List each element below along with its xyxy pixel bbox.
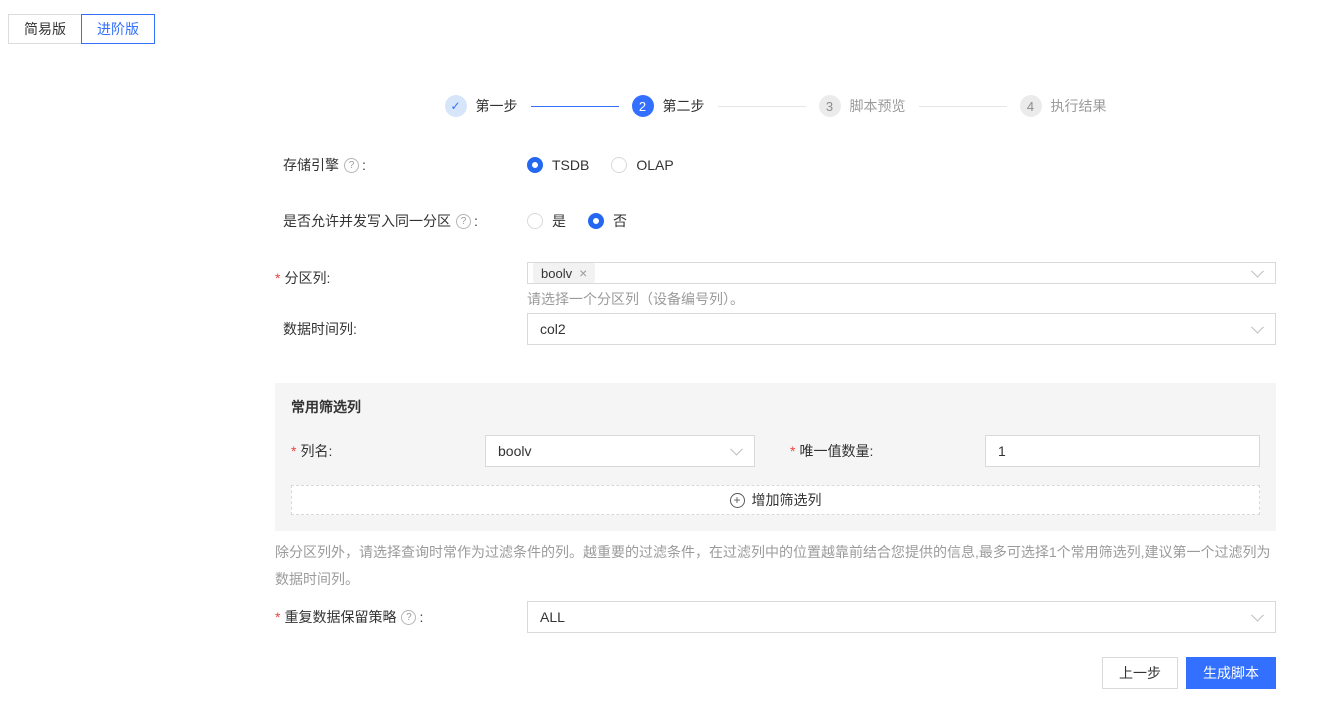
radio-option-olap[interactable]: OLAP <box>611 157 674 173</box>
radio-label-olap: OLAP <box>636 157 674 173</box>
step-3-label: 脚本预览 <box>849 98 906 114</box>
storage-engine-label: 存储引擎 ? : <box>275 155 527 175</box>
filter-panel-title: 常用筛选列 <box>291 399 361 415</box>
column-name-label: * 列名 : <box>291 441 485 461</box>
step-connector-2 <box>717 105 806 107</box>
chevron-down-icon <box>1251 264 1264 278</box>
data-time-column-row: 数据时间列 : col2 <box>275 313 1276 345</box>
wizard-content: ✓ 第一步 2 第二步 3 脚本预览 4 执行结果 存储引擎 ? : TSDB <box>275 95 1276 689</box>
partition-column-label: * 分区列 : <box>275 262 527 294</box>
storage-engine-label-text: 存储引擎 <box>283 157 339 173</box>
dedup-policy-label-text: 重复数据保留策略 <box>284 609 397 625</box>
tag-remove-icon[interactable]: × <box>579 265 587 281</box>
step-2-label: 第二步 <box>662 98 705 114</box>
help-icon[interactable]: ? <box>344 157 359 173</box>
partition-column-hint: 请选择一个分区列（设备编号列）。 <box>527 291 744 307</box>
partition-column-select[interactable]: boolv × <box>527 262 1276 284</box>
storage-engine-row: 存储引擎 ? : TSDB OLAP <box>275 149 1276 181</box>
unique-count-label: * 唯一值数量 : <box>790 441 985 461</box>
required-mark: * <box>275 270 281 286</box>
label-colon: : <box>328 443 333 459</box>
filter-column-row: * 列名 : boolv * 唯一值数量 : <box>291 435 1260 467</box>
plus-circle-icon: + <box>729 492 745 508</box>
label-colon: : <box>326 270 331 286</box>
label-colon: : <box>353 321 357 337</box>
radio-icon-tsdb[interactable] <box>527 157 543 173</box>
required-mark: * <box>291 443 297 459</box>
chevron-down-icon <box>730 442 743 456</box>
concurrent-write-label: 是否允许并发写入同一分区 ? : <box>275 211 527 231</box>
step-1: ✓ 第一步 <box>444 95 518 117</box>
radio-label-yes: 是 <box>552 213 566 229</box>
concurrent-write-label-text: 是否允许并发写入同一分区 <box>283 213 451 229</box>
unique-count-input[interactable] <box>985 435 1260 467</box>
radio-icon-olap[interactable] <box>611 157 628 173</box>
filter-columns-panel: 常用筛选列 * 列名 : boolv * 唯一值数量 : + 增加筛选列 <box>275 383 1276 531</box>
column-name-label-text: 列名 <box>300 443 329 459</box>
step-2-number: 2 <box>631 95 654 117</box>
dedup-policy-row: * 重复数据保留策略 ? : ALL <box>275 601 1276 633</box>
footer-actions: 上一步 生成脚本 <box>275 657 1276 689</box>
tab-advanced-version[interactable]: 进阶版 <box>81 14 155 44</box>
tab-simple-version[interactable]: 简易版 <box>8 14 82 44</box>
column-name-value: boolv <box>498 443 532 459</box>
version-tab-group: 简易版 进阶版 <box>8 14 155 44</box>
required-mark: * <box>790 443 796 459</box>
help-icon[interactable]: ? <box>456 213 471 229</box>
step-3: 3 脚本预览 <box>818 95 906 117</box>
radio-icon-yes[interactable] <box>527 213 543 229</box>
partition-column-row: * 分区列 : boolv × 请选择一个分区列（设备编号列）。 <box>275 262 1276 309</box>
radio-option-tsdb[interactable]: TSDB <box>527 157 589 173</box>
stepper: ✓ 第一步 2 第二步 3 脚本预览 4 执行结果 <box>275 95 1276 117</box>
generate-script-button[interactable]: 生成脚本 <box>1186 657 1276 689</box>
label-colon: : <box>362 157 366 173</box>
radio-label-no: 否 <box>613 213 627 229</box>
label-colon: : <box>869 443 874 459</box>
step-connector-3 <box>918 105 1007 107</box>
dedup-policy-value: ALL <box>540 609 565 625</box>
partition-column-label-text: 分区列 <box>284 270 327 286</box>
label-colon: : <box>474 213 478 229</box>
step-4-label: 执行结果 <box>1050 98 1107 114</box>
previous-step-button[interactable]: 上一步 <box>1102 657 1178 689</box>
dedup-policy-label: * 重复数据保留策略 ? : <box>275 607 527 627</box>
radio-label-tsdb: TSDB <box>552 157 590 173</box>
radio-option-no[interactable]: 否 <box>588 211 627 231</box>
step-1-label: 第一步 <box>475 98 518 114</box>
data-time-column-value: col2 <box>540 321 566 337</box>
chevron-down-icon <box>1251 608 1264 622</box>
step-4: 4 执行结果 <box>1019 95 1107 117</box>
step-4-number: 4 <box>1019 95 1042 117</box>
dedup-policy-select[interactable]: ALL <box>527 601 1276 633</box>
label-colon: : <box>419 609 424 625</box>
unique-count-label-text: 唯一值数量 <box>799 443 870 459</box>
add-filter-column-button[interactable]: + 增加筛选列 <box>291 485 1260 515</box>
step-1-check-icon: ✓ <box>444 95 467 117</box>
required-mark: * <box>275 609 281 625</box>
filter-columns-description: 除分区列外，请选择查询时常作为过滤条件的列。越重要的过滤条件，在过滤列中的位置越… <box>275 544 1271 587</box>
data-time-column-label: 数据时间列 : <box>275 319 527 339</box>
add-filter-column-label: 增加筛选列 <box>751 492 822 508</box>
column-name-select[interactable]: boolv <box>485 435 755 467</box>
storage-engine-radio-group: TSDB OLAP <box>527 157 696 173</box>
data-time-column-select[interactable]: col2 <box>527 313 1276 345</box>
partition-column-control: boolv × 请选择一个分区列（设备编号列）。 <box>527 262 1276 309</box>
step-connector-1 <box>530 105 619 107</box>
radio-option-yes[interactable]: 是 <box>527 211 566 231</box>
concurrent-write-row: 是否允许并发写入同一分区 ? : 是 否 <box>275 205 1276 237</box>
step-2: 2 第二步 <box>631 95 705 117</box>
chevron-down-icon <box>1251 320 1264 334</box>
step-3-number: 3 <box>818 95 841 117</box>
radio-icon-no[interactable] <box>588 213 604 229</box>
concurrent-write-radio-group: 是 否 <box>527 211 649 231</box>
data-time-column-label-text: 数据时间列 <box>283 321 353 337</box>
selected-tag: boolv × <box>533 263 596 283</box>
help-icon[interactable]: ? <box>401 609 417 625</box>
selected-tag-text: boolv <box>541 265 573 281</box>
